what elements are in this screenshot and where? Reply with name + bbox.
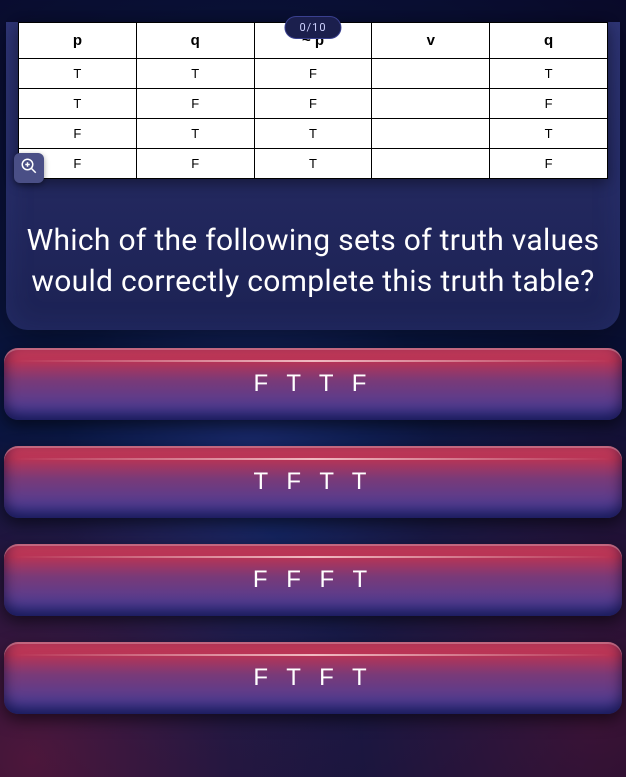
answer-label: F T T F: [254, 370, 373, 397]
answer-label: F T F T: [253, 664, 372, 691]
table-row: T T F T: [19, 59, 608, 89]
col-q2: q: [490, 23, 608, 59]
answer-list: F T T F T F T T F F F T F T F T: [0, 348, 626, 714]
table-row: T F F F: [19, 89, 608, 119]
col-or: v: [372, 23, 490, 59]
answer-label: T F T T: [254, 468, 373, 495]
answer-label: F F F T: [253, 566, 373, 593]
answer-option-4[interactable]: F T F T: [4, 642, 622, 714]
answer-option-3[interactable]: F F F T: [4, 544, 622, 616]
table-row: F F T F: [19, 149, 608, 179]
col-q: q: [136, 23, 254, 59]
table-row: F T T T: [19, 119, 608, 149]
progress-pill: 0/10: [284, 16, 341, 39]
answer-option-1[interactable]: F T T F: [4, 348, 622, 420]
question-text: Which of the following sets of truth val…: [6, 179, 620, 312]
answer-option-2[interactable]: T F T T: [4, 446, 622, 518]
truth-table: p q ~ p v q T T F T T F F: [18, 22, 608, 179]
zoom-button[interactable]: [14, 153, 44, 183]
magnifier-plus-icon: [20, 157, 38, 179]
truth-table-panel: p q ~ p v q T T F T T F F: [18, 22, 608, 179]
col-p: p: [19, 23, 137, 59]
question-card: 0/10 p q ~ p v q T T F T: [6, 22, 620, 330]
